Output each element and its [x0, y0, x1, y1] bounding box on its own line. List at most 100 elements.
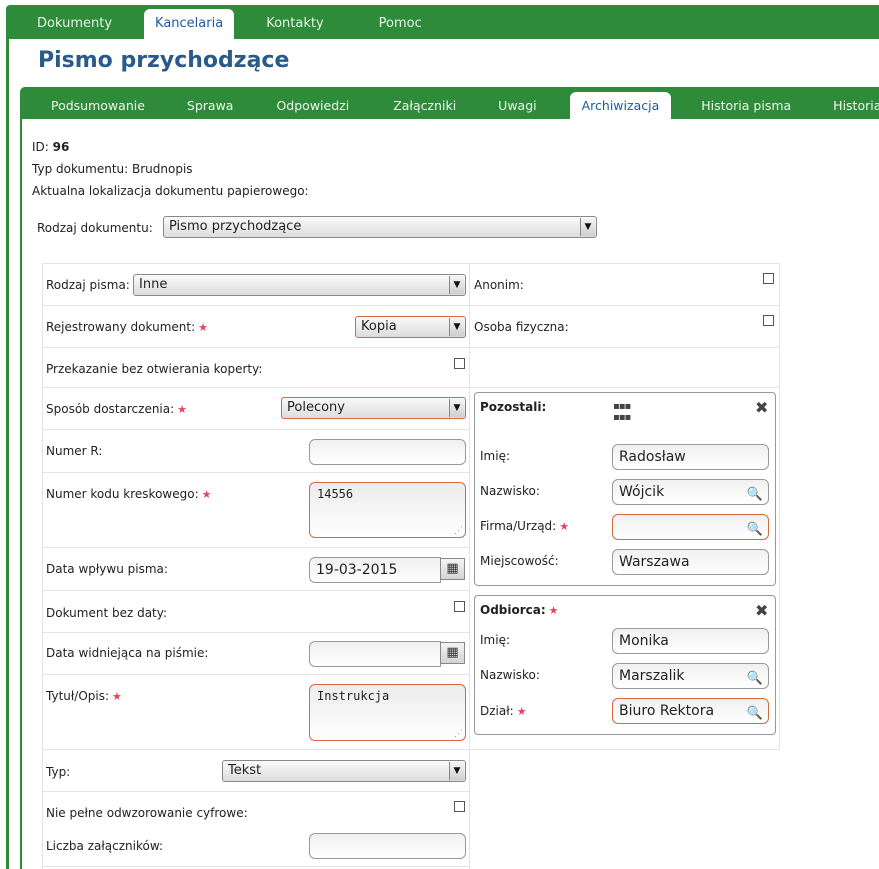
id-line: ID: 96 [32, 140, 69, 154]
pozostali-miejscowosc-label: Miejscowość: [480, 554, 559, 568]
tytul-label: Tytuł/Opis: ★ [46, 689, 122, 703]
odbiorca-imie-input[interactable]: Monika [612, 628, 769, 654]
kod-label-text: Numer kodu kreskowego: [46, 487, 199, 501]
odbiorca-title: Odbiorca: ★ [480, 603, 559, 617]
rodzaj-dokumentu-value: Pismo przychodzące [169, 219, 302, 234]
divider [42, 263, 43, 869]
typ-label: Typ: [46, 765, 71, 779]
odbiorca-dzial-value: Biuro Rektora [619, 703, 715, 719]
star-icon: ★ [559, 520, 570, 533]
divider [469, 263, 470, 869]
search-icon[interactable]: 🔍 [747, 483, 763, 507]
page-title: Pismo przychodzące [38, 48, 290, 73]
pozostali-firma-input[interactable]: 🔍 [612, 514, 769, 540]
tab-historia-dekretacji[interactable]: Historia dekr [833, 92, 879, 119]
pozostali-nazwisko-label: Nazwisko: [480, 484, 540, 498]
tab-archiwizacja[interactable]: Archiwizacja [569, 92, 672, 119]
pozostali-nazwisko-input[interactable]: Wójcik 🔍 [612, 479, 769, 505]
osoba-fizyczna-checkbox[interactable] [763, 315, 774, 326]
tab-sprawa[interactable]: Sprawa [187, 92, 234, 119]
data-wplywu-input[interactable]: 19-03-2015 [309, 557, 441, 583]
odbiorca-dzial-label: Dział: ★ [480, 704, 527, 718]
pozostali-miejscowosc-input[interactable]: Warszawa [612, 549, 769, 575]
tab-odpowiedzi[interactable]: Odpowiedzi [276, 92, 349, 119]
niepelne-checkbox[interactable] [454, 801, 465, 812]
data-wplywu-label: Data wpływu pisma: [46, 562, 168, 576]
divider [42, 674, 469, 675]
typ-select[interactable]: Tekst ▼ [222, 760, 466, 782]
rejestrowany-label: Rejestrowany dokument: ★ [46, 320, 208, 334]
divider [42, 791, 469, 792]
pozostali-imie-label: Imię: [480, 449, 510, 463]
odbiorca-title-text: Odbiorca: [480, 603, 546, 617]
close-icon[interactable]: ✖ [755, 601, 768, 620]
resize-grip-icon[interactable]: ⋰ [454, 526, 463, 536]
kod-label: Numer kodu kreskowego: ★ [46, 487, 212, 501]
top-tab-dokumenty[interactable]: Dokumenty [6, 9, 128, 39]
przekazanie-checkbox[interactable] [454, 358, 465, 369]
odbiorca-nazwisko-input[interactable]: Marszalik 🔍 [612, 663, 769, 689]
odbiorca-dzial-input[interactable]: Biuro Rektora 🔍 [612, 698, 769, 724]
divider [42, 866, 469, 867]
star-icon: ★ [516, 705, 527, 718]
rodzaj-pisma-select[interactable]: Inne ▼ [133, 274, 466, 296]
resize-grip-icon[interactable]: ⋰ [454, 729, 463, 739]
liczba-input[interactable] [309, 833, 466, 859]
top-tab-kontakty[interactable]: Kontakty [266, 9, 323, 39]
tab-historia-pisma[interactable]: Historia pisma [701, 92, 791, 119]
numer-r-input[interactable] [309, 439, 466, 465]
sposob-select[interactable]: Polecony ▼ [281, 397, 466, 419]
search-icon[interactable]: 🔍 [747, 702, 763, 726]
search-icon[interactable]: 🔍 [747, 518, 763, 542]
przekazanie-label: Przekazanie bez otwierania koperty: [46, 362, 263, 376]
odbiorca-imie-label: Imię: [480, 633, 510, 647]
left-border [6, 39, 9, 869]
star-icon: ★ [548, 604, 559, 617]
chevron-down-icon: ▼ [449, 762, 464, 780]
id-label: ID: [32, 140, 49, 154]
data-na-pismie-label: Data widniejąca na piśmie: [46, 646, 209, 660]
sposob-value: Polecony [287, 400, 345, 415]
odbiorca-nazwisko-label: Nazwisko: [480, 668, 540, 682]
data-na-pismie-input[interactable] [309, 641, 441, 667]
bez-daty-label: Dokument bez daty: [46, 606, 168, 620]
divider [42, 472, 469, 473]
top-tab-kancelaria[interactable]: Kancelaria [144, 9, 235, 39]
divider [42, 347, 780, 348]
rodzaj-dokumentu-label: Rodzaj dokumentu: [37, 221, 153, 235]
chevron-down-icon: ▼ [580, 218, 595, 236]
tab-uwagi[interactable]: Uwagi [498, 92, 536, 119]
tab-zalaczniki[interactable]: Załączniki [393, 92, 456, 119]
rejestrowany-select[interactable]: Kopia ▼ [355, 316, 466, 338]
rodzaj-dokumentu-select[interactable]: Pismo przychodzące ▼ [163, 216, 597, 238]
calendar-icon[interactable]: ▦ [440, 558, 465, 580]
tytul-label-text: Tytuł/Opis: [46, 689, 110, 703]
rodzaj-pisma-label: Rodzaj pisma: [46, 278, 130, 292]
pozostali-firma-label: Firma/Urząd: ★ [480, 519, 569, 533]
typ-line: Typ dokumentu: Brudnopis [32, 162, 193, 176]
tytul-value: Instrukcja [317, 689, 390, 703]
anonim-checkbox[interactable] [763, 273, 774, 284]
rejestrowany-label-text: Rejestrowany dokument: [46, 320, 196, 334]
osoba-fizyczna-label: Osoba fizyczna: [474, 320, 569, 334]
odbiorca-nazwisko-value: Marszalik [619, 668, 685, 684]
close-icon[interactable]: ✖ [755, 398, 768, 417]
calendar-icon[interactable]: ▦ [440, 642, 465, 664]
divider [42, 590, 469, 591]
grid-icon[interactable]: ▪▪▪ ▪▪▪ [613, 401, 631, 423]
search-icon[interactable]: 🔍 [747, 667, 763, 691]
divider [42, 263, 780, 264]
tytul-textarea[interactable]: Instrukcja ⋰ [309, 684, 466, 741]
pozostali-imie-input[interactable]: Radosław [612, 444, 769, 470]
id-value: 96 [52, 140, 70, 154]
chevron-down-icon: ▼ [449, 276, 464, 294]
top-tab-pomoc[interactable]: Pomoc [379, 9, 422, 39]
pozostali-nazwisko-value: Wójcik [619, 484, 665, 500]
pozostali-firma-label-text: Firma/Urząd: [480, 519, 557, 533]
pozostali-title: Pozostali: [480, 400, 547, 414]
rejestrowany-value: Kopia [361, 319, 397, 334]
tab-podsumowanie[interactable]: Podsumowanie [51, 92, 145, 119]
kod-textarea[interactable]: 14556 ⋰ [309, 482, 466, 538]
bez-daty-checkbox[interactable] [454, 601, 465, 612]
typ-value: Brudnopis [132, 162, 193, 176]
